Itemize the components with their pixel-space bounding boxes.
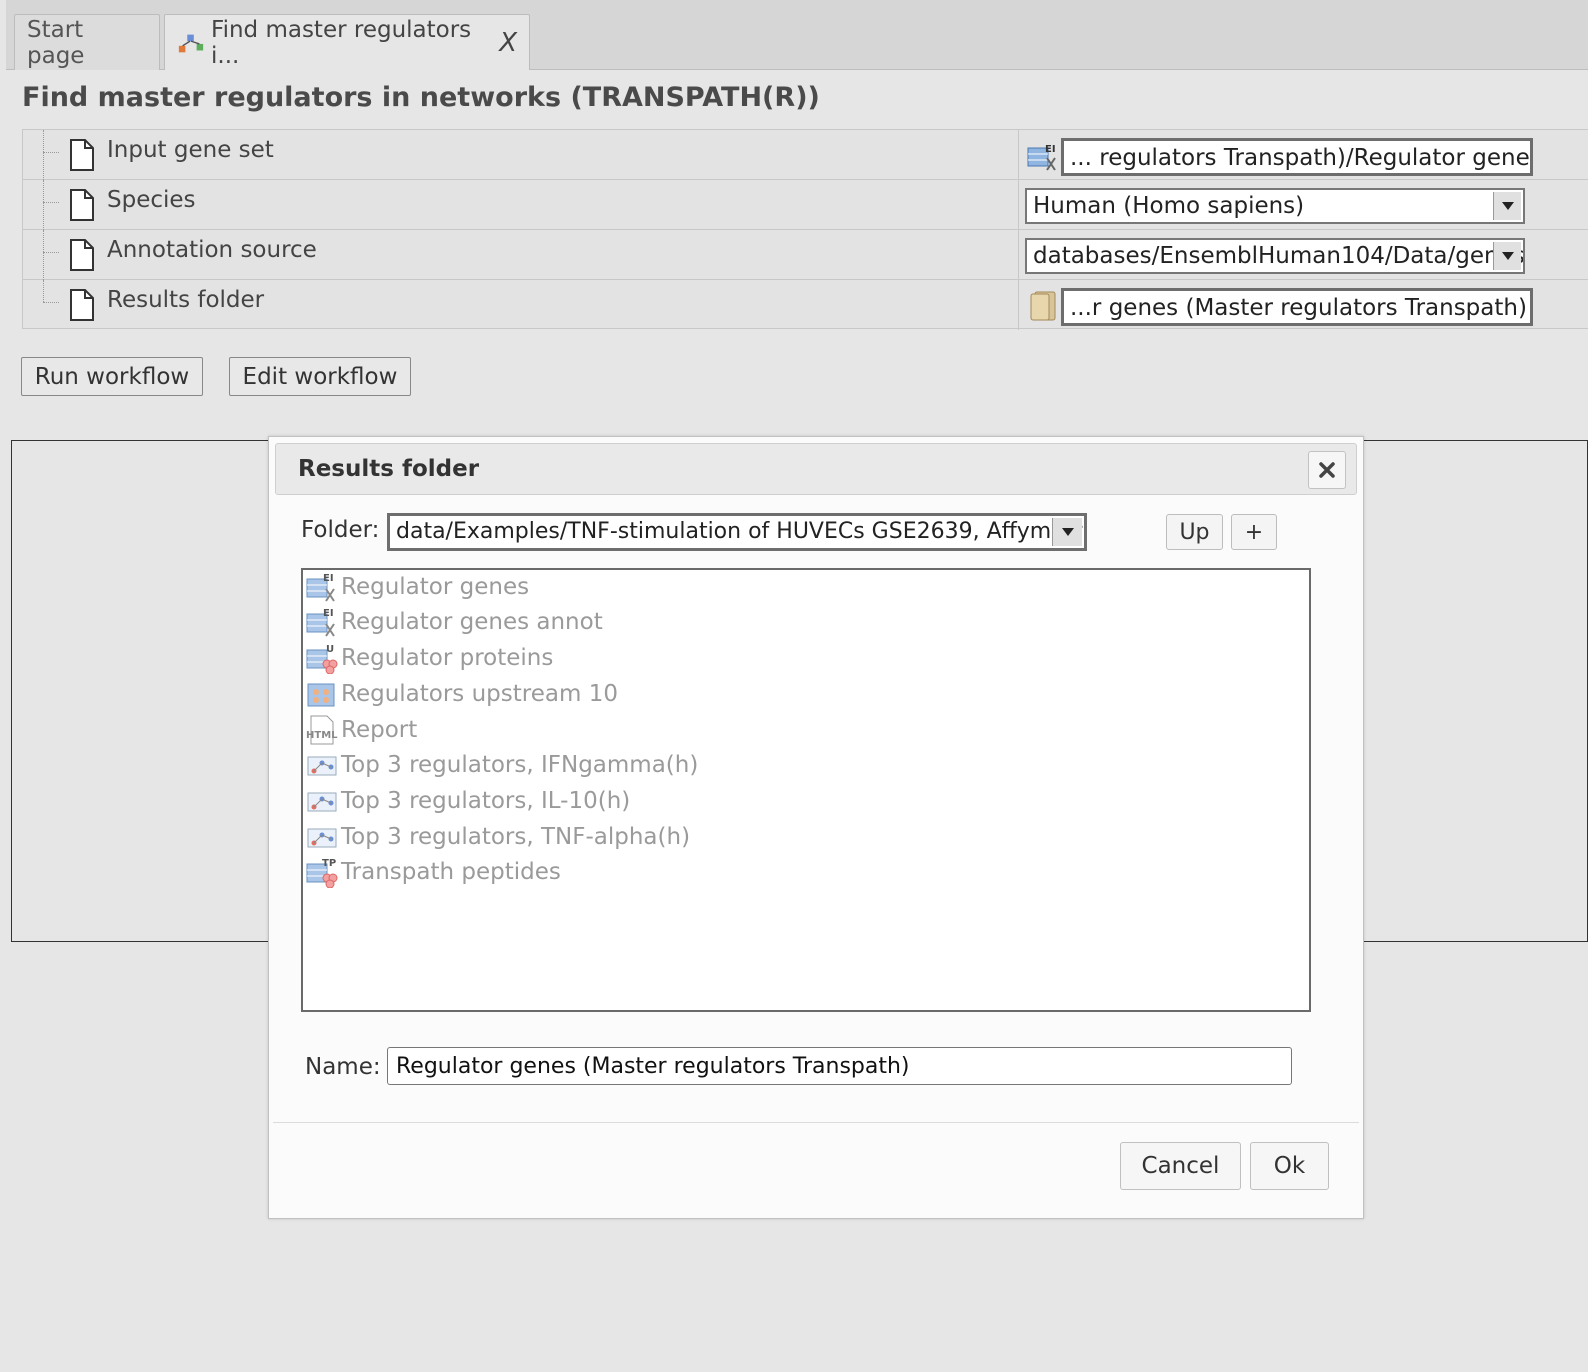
up-button[interactable]: Up	[1166, 514, 1223, 550]
list-item-label: Regulators upstream 10	[341, 681, 618, 707]
list-item[interactable]: U Regulator proteins	[305, 641, 553, 675]
svg-text:HTML: HTML	[306, 730, 338, 741]
species-value: Human (Homo sapiens)	[1033, 193, 1305, 219]
close-icon[interactable]	[1308, 451, 1346, 489]
ok-button[interactable]: Ok	[1250, 1142, 1329, 1190]
tree-connector	[43, 202, 59, 203]
param-name-cell: Species	[23, 180, 1019, 230]
list-item-label: Transpath peptides	[341, 859, 561, 885]
diagram-icon	[307, 792, 337, 812]
folder-icon	[1030, 291, 1056, 321]
param-name-cell: Results folder	[23, 280, 1019, 330]
name-label: Name:	[305, 1054, 381, 1080]
run-workflow-button[interactable]: Run workflow	[21, 357, 203, 396]
tree-connector	[43, 130, 44, 180]
param-value-cell: EI ... regulators Transpath)/Regulator g…	[1023, 130, 1588, 179]
tree-connector	[43, 302, 59, 303]
folder-select[interactable]: data/Examples/TNF-stimulation of HUVECs …	[387, 513, 1087, 551]
list-item-label: Top 3 regulators, IFNgamma(h)	[341, 752, 699, 778]
folder-label: Folder:	[301, 517, 380, 543]
edit-workflow-button[interactable]: Edit workflow	[229, 357, 411, 396]
list-item[interactable]: HTML Report	[305, 713, 417, 747]
file-list: EI Regulator genes EI Regulator genes an…	[301, 568, 1311, 1012]
tab-close-icon[interactable]: X	[499, 28, 517, 58]
tree-connector	[43, 280, 44, 302]
annotation-source-select[interactable]: databases/EnsemblHuman104/Data/genes	[1025, 238, 1525, 274]
svg-text:EI: EI	[323, 573, 334, 584]
new-folder-button[interactable]: +	[1231, 514, 1277, 550]
document-icon	[70, 289, 94, 321]
table-icon	[307, 683, 335, 707]
svg-text:EI: EI	[1045, 144, 1056, 155]
param-label: Species	[107, 187, 196, 213]
tab-label: Start page	[27, 16, 85, 69]
param-value-cell: Human (Homo sapiens)	[1023, 180, 1588, 229]
param-value-cell: databases/EnsemblHuman104/Data/genes	[1023, 230, 1588, 279]
svg-text:TP: TP	[322, 858, 336, 869]
gene-table-icon: EI	[1027, 144, 1056, 171]
tab-label: Find master regulators i...	[211, 16, 472, 69]
document-icon	[70, 189, 94, 221]
dialog-title: Results folder	[298, 456, 480, 482]
svg-text:EI: EI	[323, 608, 334, 619]
param-label: Input gene set	[107, 137, 274, 163]
list-item[interactable]: EI Regulator genes annot	[305, 605, 603, 639]
dropdown-arrow-icon[interactable]	[1052, 518, 1082, 546]
html-icon: HTML	[306, 715, 338, 745]
param-row-species: Species Human (Homo sapiens)	[23, 180, 1588, 230]
list-item-label: Regulator proteins	[341, 645, 554, 671]
species-select[interactable]: Human (Homo sapiens)	[1025, 188, 1525, 224]
list-item-label: Report	[341, 717, 418, 743]
gene-table-icon: EI	[306, 608, 335, 637]
list-item[interactable]: TP Transpath peptides	[305, 855, 561, 889]
cancel-button[interactable]: Cancel	[1120, 1142, 1241, 1190]
list-item[interactable]: Top 3 regulators, TNF-alpha(h)	[305, 820, 690, 854]
folder-value: data/Examples/TNF-stimulation of HUVECs …	[396, 519, 1087, 544]
list-item[interactable]: Top 3 regulators, IL-10(h)	[305, 784, 630, 818]
list-item[interactable]: EI Regulator genes	[305, 570, 529, 604]
param-name-cell: Annotation source	[23, 230, 1019, 280]
tab-bar: Start page Find master regulators i... X	[6, 0, 1588, 70]
dropdown-arrow-icon[interactable]	[1493, 192, 1521, 220]
param-value-cell: ...r genes (Master regulators Transpath)	[1023, 280, 1588, 330]
list-item[interactable]: Regulators upstream 10	[305, 677, 618, 711]
divider	[273, 1122, 1359, 1123]
document-icon	[70, 239, 94, 271]
results-folder-field[interactable]: ...r genes (Master regulators Transpath)	[1061, 288, 1533, 326]
peptide-table-icon: TP	[306, 858, 338, 888]
diagram-icon	[307, 756, 337, 776]
list-item-label: Regulator genes annot	[341, 609, 603, 635]
param-row-annotation-source: Annotation source databases/EnsemblHuman…	[23, 230, 1588, 280]
protein-table-icon: U	[306, 644, 338, 674]
list-item[interactable]: Top 3 regulators, IFNgamma(h)	[305, 748, 698, 782]
param-label: Annotation source	[107, 237, 317, 263]
gene-table-icon: EI	[306, 573, 335, 602]
document-icon	[70, 139, 94, 171]
parameters-table: Input gene set EI ... regulators Transpa…	[22, 129, 1588, 330]
list-item-label: Top 3 regulators, TNF-alpha(h)	[341, 824, 691, 850]
tree-connector	[43, 230, 44, 280]
diagram-icon	[307, 828, 337, 848]
param-row-input-gene-set: Input gene set EI ... regulators Transpa…	[23, 130, 1588, 180]
tab-start-page[interactable]: Start page	[14, 14, 160, 70]
tree-connector	[43, 152, 59, 153]
dropdown-arrow-icon[interactable]	[1493, 242, 1521, 270]
param-name-cell: Input gene set	[23, 130, 1019, 180]
input-gene-set-field[interactable]: ... regulators Transpath)/Regulator gene…	[1061, 138, 1533, 176]
tree-connector	[43, 180, 44, 230]
param-row-results-folder: Results folder ...r genes (Master regula…	[23, 280, 1588, 330]
page-title: Find master regulators in networks (TRAN…	[22, 82, 820, 113]
list-item-label: Top 3 regulators, IL-10(h)	[341, 788, 631, 814]
tab-find-master-regulators[interactable]: Find master regulators i... X	[164, 14, 530, 70]
tree-connector	[43, 252, 59, 253]
svg-text:U: U	[326, 644, 334, 655]
results-folder-dialog: Results folder Folder: data/Examples/TNF…	[268, 436, 1364, 1219]
annotation-source-value: databases/EnsemblHuman104/Data/genes	[1033, 243, 1525, 269]
param-label: Results folder	[107, 287, 265, 313]
list-item-label: Regulator genes	[341, 574, 530, 600]
name-input[interactable]	[387, 1047, 1292, 1085]
workflow-icon	[178, 34, 204, 52]
dialog-header: Results folder	[275, 443, 1357, 495]
